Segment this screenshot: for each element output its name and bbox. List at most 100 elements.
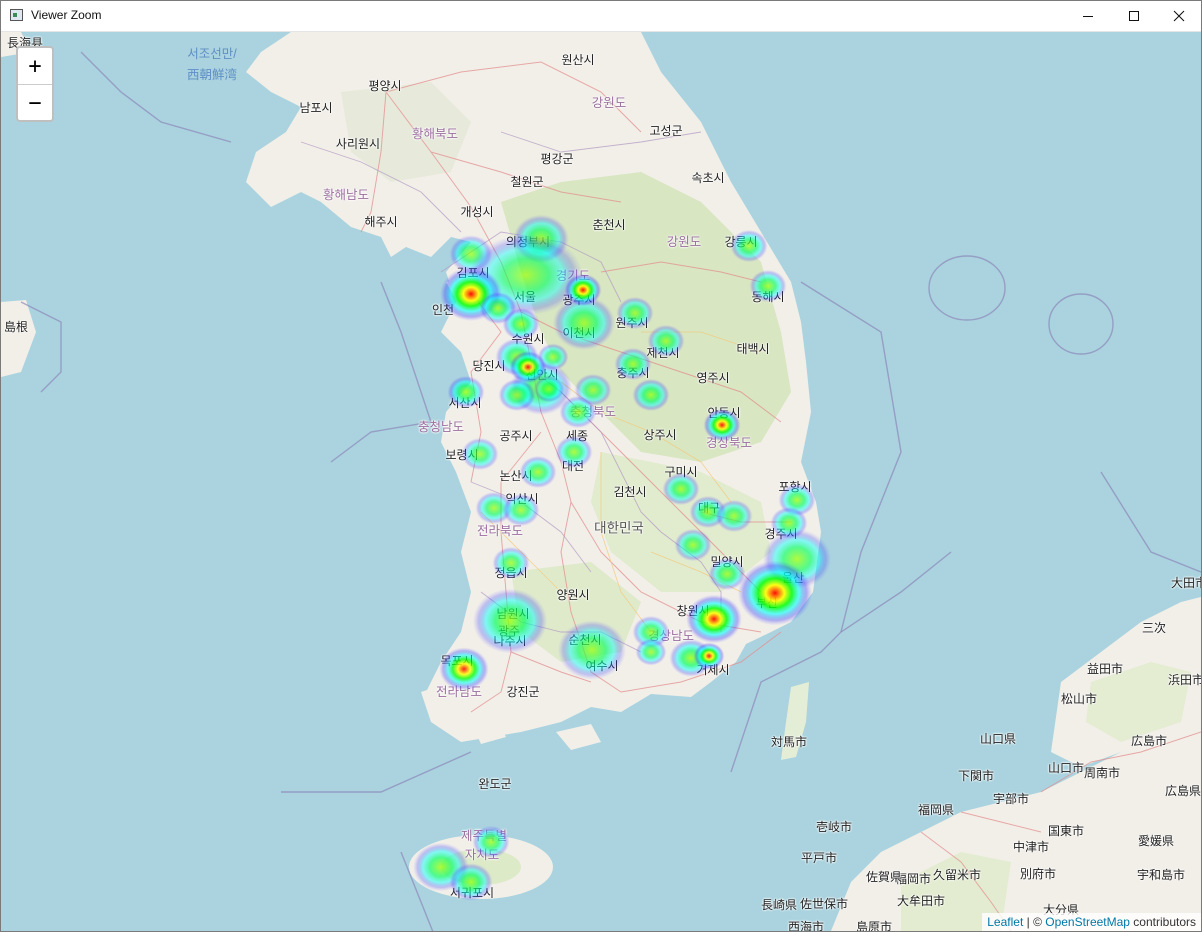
city-label: 広島県 [1164, 784, 1201, 798]
city-label: 壱岐市 [815, 820, 853, 834]
province-label: 경상북도 [705, 435, 753, 450]
city-label: 남원시 [496, 607, 530, 621]
map-viewport[interactable]: 서조선만/西朝鮮湾 대한민국 황해북도 황해남도 강원도 경기도 강원도 충청남도 충청북도 경상… [1, 32, 1201, 931]
maximize-icon [1129, 11, 1139, 21]
maximize-button[interactable] [1111, 1, 1157, 31]
city-label: 영주시 [696, 371, 730, 385]
city-label: 中津市 [1012, 840, 1050, 854]
city-label: 서울 [513, 290, 537, 304]
city-label: 남포시 [299, 101, 333, 115]
city-label: 対馬市 [770, 735, 808, 749]
city-label: 속초시 [691, 171, 725, 185]
city-label: 보령시 [445, 448, 479, 462]
city-label: 강릉시 [724, 235, 758, 249]
city-label: 거제시 [696, 663, 730, 677]
zoom-in-button[interactable]: + [18, 48, 52, 85]
city-label: 완도군 [478, 777, 512, 791]
city-label: 김천시 [613, 485, 647, 499]
city-label: 목포시 [440, 654, 474, 668]
city-label: 山口県 [979, 732, 1017, 746]
city-label: 島原市 [855, 920, 893, 931]
city-label: 정읍시 [494, 566, 528, 580]
sea-label: 서조선만/ [187, 46, 237, 61]
city-label: 사리원시 [335, 137, 381, 151]
city-label: 山口市 [1047, 761, 1085, 775]
city-label: 나주시 [493, 634, 527, 648]
city-label: 下関市 [957, 769, 995, 783]
close-button[interactable] [1156, 1, 1201, 31]
city-label: 순천시 [568, 633, 602, 647]
city-label: 島根 [3, 320, 29, 334]
city-label: 밀양시 [710, 555, 744, 569]
province-label: 충청북도 [569, 404, 617, 419]
province-label: 충청남도 [417, 419, 465, 434]
openstreetmap-link[interactable]: OpenStreetMap [1045, 915, 1130, 929]
province-label: 경기도 [555, 268, 591, 283]
attribution-separator: | © [1023, 915, 1046, 929]
map-attribution: Leaflet | © OpenStreetMap contributors [982, 913, 1201, 931]
attribution-contributors: contributors [1129, 915, 1196, 929]
city-label: 周南市 [1083, 766, 1121, 780]
close-icon [1173, 10, 1185, 22]
city-label: 공주시 [499, 429, 533, 443]
city-label: 천안시 [525, 368, 559, 382]
city-label: 구미시 [664, 465, 698, 479]
city-label: 평강군 [540, 152, 574, 166]
city-label: 서귀포시 [449, 886, 495, 900]
city-label: 三次 [1141, 621, 1167, 635]
country-label: 대한민국 [594, 520, 644, 536]
city-label: 西海市 [787, 920, 825, 931]
city-label: 인천 [431, 303, 455, 317]
city-label: 안동시 [707, 406, 741, 420]
province-label: 황해북도 [411, 126, 459, 141]
province-label: 전라남도 [435, 684, 483, 699]
city-label: 춘천시 [592, 218, 626, 232]
city-label: 김포시 [456, 266, 490, 280]
city-label: 宇部市 [992, 792, 1030, 806]
city-label: 평양시 [368, 79, 402, 93]
city-label: 서산시 [448, 396, 482, 410]
leaflet-link[interactable]: Leaflet [987, 915, 1023, 929]
city-label: 개성시 [460, 205, 494, 219]
zoom-control: + − [16, 46, 54, 122]
app-icon [10, 9, 23, 21]
zoom-out-button[interactable]: − [18, 85, 52, 121]
title-bar[interactable]: Viewer Zoom [1, 1, 1201, 32]
city-label: 大牟田市 [896, 894, 946, 908]
city-label: 충주시 [616, 366, 650, 380]
city-label: 경주시 [764, 527, 798, 541]
city-label: 久留米市 [932, 868, 982, 882]
city-label: 원주시 [615, 316, 649, 330]
province-label: 황해남도 [322, 187, 370, 202]
city-label: 철원군 [510, 175, 544, 189]
city-label: 광주시 [562, 293, 596, 307]
city-label: 대전 [561, 459, 585, 473]
province-label: 자치도 [464, 847, 500, 862]
province-label: 제주특별 [460, 828, 508, 843]
city-label: 해주시 [364, 215, 398, 229]
city-label: 세종 [565, 429, 589, 443]
province-label: 강원도 [666, 234, 702, 249]
province-label: 강원도 [591, 95, 627, 110]
city-label: 창원시 [676, 604, 710, 618]
city-label: 고성군 [649, 124, 683, 138]
city-label: 양원시 [556, 588, 590, 602]
app-window: Viewer Zoom 서조선만/ 西朝鮮湾 대한민국 황해북도 황해남도 강원… [0, 0, 1202, 932]
sea-label: 西朝鮮湾 [186, 67, 238, 82]
city-label: 益田市 [1086, 662, 1124, 676]
city-label: 당진시 [472, 359, 506, 373]
city-label: 부산 [755, 596, 779, 610]
city-label: 平戸市 [800, 851, 838, 865]
city-label: 愛媛県 [1137, 834, 1175, 848]
province-label: 전라북도 [476, 523, 524, 538]
city-label: 広島市 [1130, 734, 1168, 748]
city-label: 佐賀県 [865, 870, 903, 884]
city-label: 수원시 [511, 332, 545, 346]
city-label: 강진군 [506, 685, 540, 699]
city-label: 태백시 [736, 342, 770, 356]
minimize-button[interactable] [1065, 1, 1111, 31]
city-label: 別府市 [1019, 867, 1057, 881]
city-label: 익산시 [505, 492, 539, 506]
city-label: 大田市 [1170, 576, 1201, 590]
city-label: 논산시 [499, 469, 533, 483]
